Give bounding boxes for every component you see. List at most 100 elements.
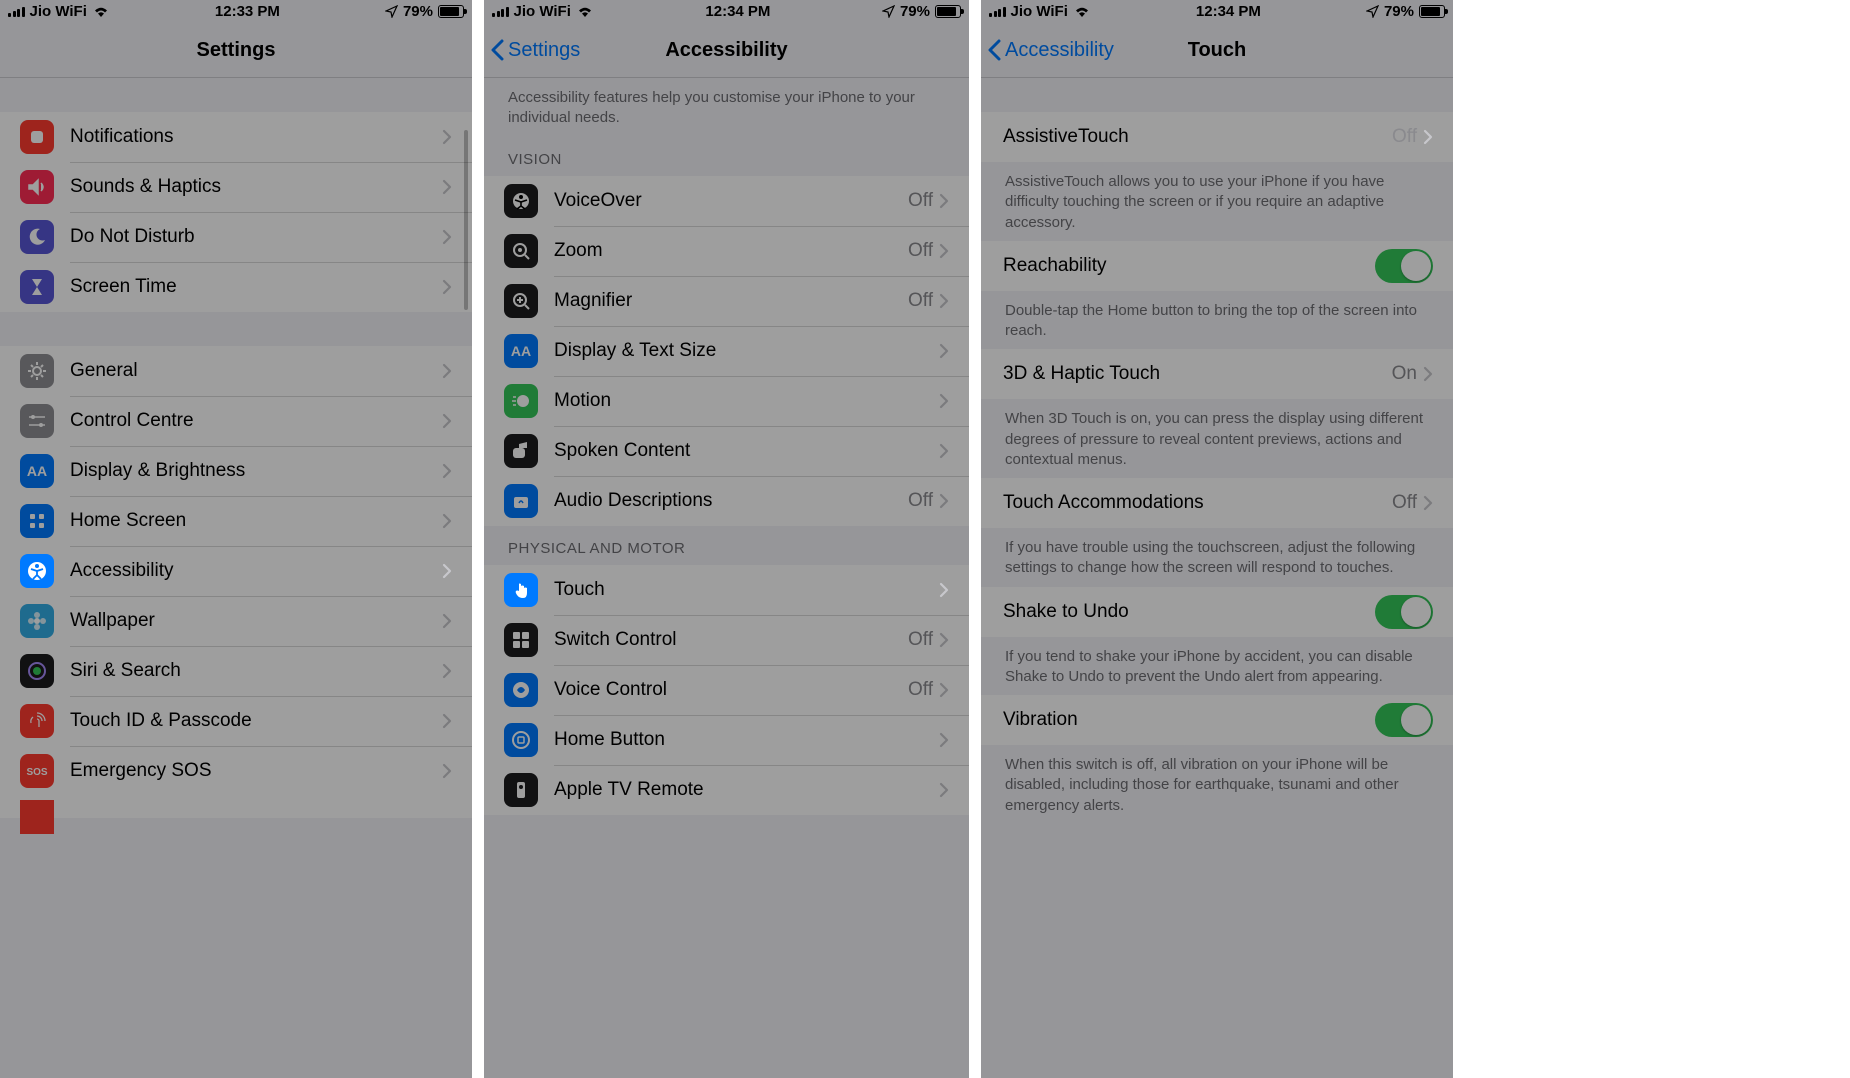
carrier-label: Jio WiFi	[30, 3, 87, 20]
chevron-right-icon	[939, 632, 949, 648]
text-icon: AA	[504, 334, 538, 368]
status-bar: Jio WiFi 12:34 PM 79%	[981, 0, 1453, 23]
row-label: Display & Brightness	[70, 460, 442, 482]
row-label: Control Centre	[70, 410, 442, 432]
toggle-switch[interactable]	[1375, 703, 1433, 737]
svg-text:AA: AA	[27, 463, 47, 479]
section-header: PHYSICAL AND MOTOR	[484, 526, 969, 565]
row-spoken-content[interactable]: Spoken Content	[484, 426, 969, 476]
chevron-right-icon	[939, 443, 949, 459]
row-value: On	[1392, 363, 1417, 385]
row-home-screen[interactable]: Home Screen	[0, 496, 472, 546]
row-value: Off	[908, 190, 933, 212]
back-button[interactable]: Settings	[490, 23, 580, 77]
chevron-right-icon	[1423, 129, 1433, 145]
row-label: Touch	[554, 579, 939, 601]
row-value: Off	[908, 490, 933, 512]
nav-bar: Settings Accessibility	[484, 23, 969, 78]
row-general[interactable]: General	[0, 346, 472, 396]
location-icon	[882, 5, 895, 18]
row-sounds-haptics[interactable]: Sounds & Haptics	[0, 162, 472, 212]
section-description: Accessibility features help you customis…	[484, 78, 969, 137]
row-vibration[interactable]: Vibration	[981, 695, 1453, 745]
toggle-switch[interactable]	[1375, 595, 1433, 629]
row-label: Notifications	[70, 126, 442, 148]
row-switch-control[interactable]: Switch ControlOff	[484, 615, 969, 665]
row-screen-time[interactable]: Screen Time	[0, 262, 472, 312]
row-voiceover[interactable]: VoiceOverOff	[484, 176, 969, 226]
row-siri-search[interactable]: Siri & Search	[0, 646, 472, 696]
chevron-right-icon	[939, 393, 949, 409]
audio-icon	[504, 484, 538, 518]
row-audio-descriptions[interactable]: Audio DescriptionsOff	[484, 476, 969, 526]
row-description: If you have trouble using the touchscree…	[981, 528, 1453, 587]
scrollbar[interactable]	[464, 130, 468, 310]
row-display-brightness[interactable]: AA Display & Brightness	[0, 446, 472, 496]
row-emergency-sos[interactable]: SOS Emergency SOS	[0, 746, 472, 796]
row-magnifier[interactable]: MagnifierOff	[484, 276, 969, 326]
wifi-icon	[1073, 5, 1091, 18]
row-label: Emergency SOS	[70, 760, 442, 782]
row-reachability[interactable]: Reachability	[981, 241, 1453, 291]
row-notifications[interactable]: Notifications	[0, 112, 472, 162]
row-description: If you tend to shake your iPhone by acci…	[981, 637, 1453, 696]
hourglass-icon	[20, 270, 54, 304]
row-label: Home Screen	[70, 510, 442, 532]
row-voice-control[interactable]: Voice ControlOff	[484, 665, 969, 715]
row-control-centre[interactable]: Control Centre	[0, 396, 472, 446]
touch-icon	[504, 573, 538, 607]
row-label: Shake to Undo	[1003, 601, 1375, 623]
battery-icon	[1419, 5, 1445, 18]
row-label: Audio Descriptions	[554, 490, 908, 512]
row-value: Off	[908, 679, 933, 701]
chevron-right-icon	[939, 582, 949, 598]
battery-icon	[935, 5, 961, 18]
page-title: Accessibility	[665, 39, 787, 62]
row-description: When 3D Touch is on, you can press the d…	[981, 399, 1453, 478]
row-description: When this switch is off, all vibration o…	[981, 745, 1453, 824]
row-label: Voice Control	[554, 679, 908, 701]
grid-icon	[20, 504, 54, 538]
row-label: Switch Control	[554, 629, 908, 651]
row-display-text-size[interactable]: AADisplay & Text Size	[484, 326, 969, 376]
signal-icon	[492, 7, 509, 17]
svg-text:SOS: SOS	[26, 767, 47, 778]
row-label: Zoom	[554, 240, 908, 262]
row-accessibility[interactable]: Accessibility	[0, 546, 472, 596]
row-zoom[interactable]: ZoomOff	[484, 226, 969, 276]
speak-icon	[504, 434, 538, 468]
row-label: Reachability	[1003, 255, 1375, 277]
row-value: Off	[908, 240, 933, 262]
chevron-right-icon	[442, 279, 452, 295]
chevron-right-icon	[442, 613, 452, 629]
row-touch[interactable]: Touch	[484, 565, 969, 615]
back-button[interactable]: Accessibility	[987, 23, 1114, 77]
row-label: Touch ID & Passcode	[70, 710, 442, 732]
chevron-right-icon	[939, 343, 949, 359]
battery-icon	[438, 5, 464, 18]
row-wallpaper[interactable]: Wallpaper	[0, 596, 472, 646]
chevron-right-icon	[442, 763, 452, 779]
row-apple-tv-remote[interactable]: Apple TV Remote	[484, 765, 969, 815]
section-header: VISION	[484, 137, 969, 176]
row-value: Off	[1392, 126, 1417, 148]
row-do-not-disturb[interactable]: Do Not Disturb	[0, 212, 472, 262]
row-touch-id-passcode[interactable]: Touch ID & Passcode	[0, 696, 472, 746]
row-touch-accommodations[interactable]: Touch AccommodationsOff	[981, 478, 1453, 528]
switch-icon	[504, 623, 538, 657]
chevron-right-icon	[442, 363, 452, 379]
row-assistivetouch[interactable]: AssistiveTouchOff	[981, 112, 1453, 162]
settings-screen: Jio WiFi 12:33 PM 79% Settings Notificat…	[0, 0, 472, 1078]
row-3d-haptic-touch[interactable]: 3D & Haptic TouchOn	[981, 349, 1453, 399]
sound-icon	[20, 170, 54, 204]
signal-icon	[8, 7, 25, 17]
row-motion[interactable]: Motion	[484, 376, 969, 426]
chevron-right-icon	[939, 732, 949, 748]
row-home-button[interactable]: Home Button	[484, 715, 969, 765]
row-label: Wallpaper	[70, 610, 442, 632]
row-shake-to-undo[interactable]: Shake to Undo	[981, 587, 1453, 637]
row-label: Do Not Disturb	[70, 226, 442, 248]
chevron-right-icon	[1423, 366, 1433, 382]
toggle-switch[interactable]	[1375, 249, 1433, 283]
moon-icon	[20, 220, 54, 254]
